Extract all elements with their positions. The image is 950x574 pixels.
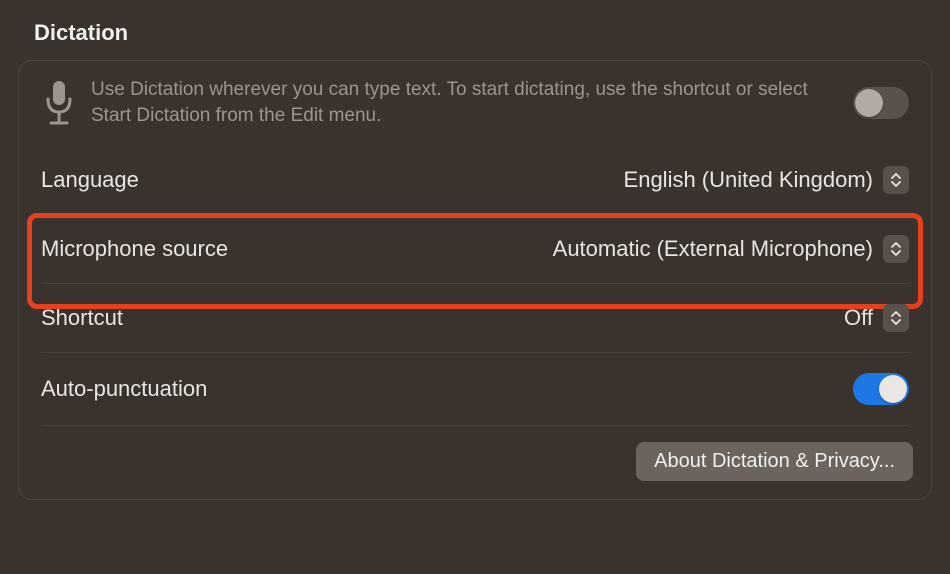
shortcut-select-stepper[interactable]	[883, 304, 909, 332]
language-select-stepper[interactable]	[883, 166, 909, 194]
row-microphone[interactable]: Microphone source Automatic (External Mi…	[19, 215, 931, 283]
microphone-icon	[41, 79, 77, 127]
section-title: Dictation	[34, 20, 932, 46]
language-value: English (United Kingdom)	[624, 167, 873, 193]
about-dictation-privacy-button[interactable]: About Dictation & Privacy...	[636, 442, 913, 481]
microphone-label: Microphone source	[41, 236, 228, 262]
header-row: Use Dictation wherever you can type text…	[19, 61, 931, 146]
autopunct-label: Auto-punctuation	[41, 376, 207, 402]
microphone-value-wrap: Automatic (External Microphone)	[553, 235, 909, 263]
toggle-knob	[855, 89, 883, 117]
dictation-panel: Use Dictation wherever you can type text…	[18, 60, 932, 500]
shortcut-value-wrap: Off	[844, 304, 909, 332]
shortcut-label: Shortcut	[41, 305, 123, 331]
dictation-toggle[interactable]	[853, 87, 909, 119]
autopunct-toggle[interactable]	[853, 373, 909, 405]
header-description: Use Dictation wherever you can type text…	[91, 77, 839, 128]
microphone-value: Automatic (External Microphone)	[553, 236, 873, 262]
language-label: Language	[41, 167, 139, 193]
microphone-select-stepper[interactable]	[883, 235, 909, 263]
row-language[interactable]: Language English (United Kingdom)	[19, 146, 931, 214]
toggle-knob	[879, 375, 907, 403]
shortcut-value: Off	[844, 305, 873, 331]
footer-row: About Dictation & Privacy...	[19, 426, 931, 499]
language-value-wrap: English (United Kingdom)	[624, 166, 909, 194]
row-autopunctuation: Auto-punctuation	[19, 353, 931, 425]
row-shortcut[interactable]: Shortcut Off	[19, 284, 931, 352]
